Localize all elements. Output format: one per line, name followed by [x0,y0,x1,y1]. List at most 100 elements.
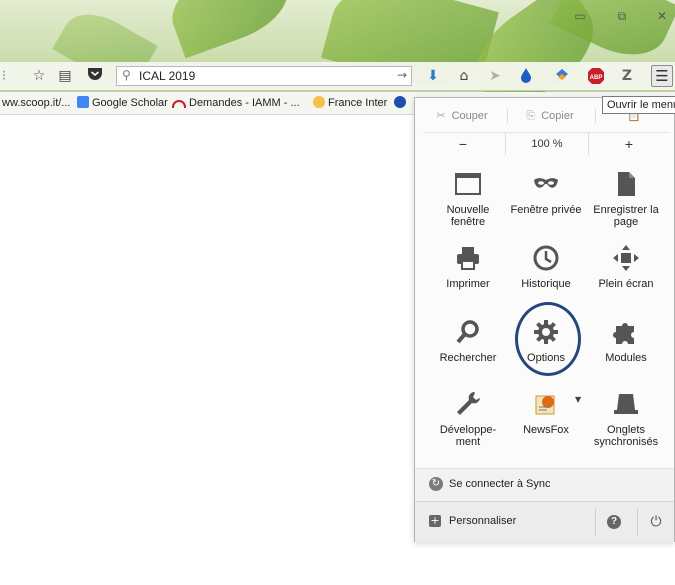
bookmark-france-inter[interactable]: France Inter [313,92,387,114]
item-label: Développe- [439,424,497,436]
sync-signin-row[interactable]: ↻ Se connecter à Sync [415,468,674,501]
customize-button[interactable]: + Personnaliser [415,502,593,542]
bookmark-icon [394,96,406,108]
help-button[interactable]: ? [605,513,623,531]
bookmarks-list-icon[interactable]: ▤ [56,67,74,85]
item-label: fenêtre [450,216,486,228]
copy-label: Copier [541,110,574,122]
synced-tabs-icon [614,394,638,414]
fullscreen-button[interactable]: Plein écran [585,244,667,290]
puzzle-icon [613,323,634,344]
search-input[interactable] [139,68,369,84]
developer-button[interactable]: Développe- ment [427,390,509,448]
bookmark-demandes-iamm[interactable]: Demandes - IAMM - ... [172,92,300,114]
item-label: synchronisés [593,436,659,448]
new-window-icon [455,173,481,195]
save-page-button[interactable]: Enregistrer la page [585,170,667,228]
zotero-icon[interactable]: Z [618,67,636,85]
sync-label: Se connecter à Sync [449,478,551,490]
print-button[interactable]: Imprimer [427,244,509,290]
extension-blue-icon[interactable] [553,67,571,85]
magnifier-icon [456,320,479,344]
menu-footer: + Personnaliser ? ⏻ [415,501,674,542]
scissors-icon: ✂ [436,109,446,122]
bookmark-label: Google Scholar [92,97,168,109]
google-scholar-icon [77,96,89,108]
send-icon[interactable]: ➤ [486,67,504,85]
item-label: NewsFox [523,424,569,436]
restore-icon[interactable]: ⧉ [611,8,633,24]
item-label: Nouvelle [446,204,490,216]
sync-icon: ↻ [429,477,443,491]
item-label: Modules [605,352,647,364]
item-label: page [613,216,639,228]
urlbar-edge[interactable]: ⁝ [0,67,8,85]
printer-icon [457,247,479,270]
item-label: Options [527,352,565,364]
dropdown-arrow-icon[interactable]: ▼ [575,394,581,406]
item-label: Rechercher [439,352,497,364]
divider [637,508,638,536]
cut-button[interactable]: ✂ Couper [423,105,501,127]
find-button[interactable]: Rechercher [427,318,509,364]
clock-icon [533,245,559,271]
adblock-plus-icon[interactable]: ABP [587,67,605,85]
item-label: Imprimer [446,278,490,290]
bookmark-label: France Inter [328,97,388,109]
france-inter-icon [313,96,325,108]
home-icon[interactable]: ⌂ [455,67,473,85]
navigation-toolbar: ⁝ ☆ ▤ ⚲ → ⬇ ⌂ ➤ ABP Z ☰ [0,62,675,91]
bookmark-label: Demandes - IAMM - ... [189,97,300,109]
item-label: Onglets [607,424,645,436]
help-icon: ? [607,515,621,529]
history-button[interactable]: Historique [505,244,587,290]
cut-label: Couper [451,110,488,122]
main-menu-panel: ✂ Couper ⎘ Copier 📋 − 100 % + Nouvelle fen… [414,97,675,542]
menu-tooltip: Ouvrir le menu [602,96,675,114]
minimize-icon[interactable]: ▭ [569,8,591,24]
wrench-icon [457,392,480,415]
item-label: Enregistrer la [593,204,659,216]
copy-icon: ⎘ [526,109,536,122]
downloads-icon[interactable]: ⬇ [424,67,442,85]
bookmark-star-icon[interactable]: ☆ [30,67,48,85]
bookmark-scoop[interactable]: ww.scoop.it/... [2,92,70,114]
newsfox-button[interactable]: NewsFox ▼ [505,390,587,436]
window-titlebar: ▭ ⧉ ✕ ⁝ ☆ ▤ ⚲ → ⬇ ⌂ ➤ ABP Z ☰ [0,0,675,92]
zoom-out-button[interactable]: − [423,133,503,155]
gear-icon [534,320,558,344]
background-leaf [161,0,299,59]
divider [595,508,596,536]
options-button[interactable]: Options [505,318,587,364]
bookmark-more[interactable] [394,92,409,114]
bookmark-google-scholar[interactable]: Google Scholar [77,92,168,114]
search-icon: ⚲ [122,68,131,82]
addons-button[interactable]: Modules [585,318,667,364]
divider [507,109,508,123]
fullscreen-icon [613,245,639,271]
zoom-in-button[interactable]: + [589,133,669,155]
customize-label: Personnaliser [449,515,517,527]
search-go-icon[interactable]: → [397,68,407,82]
plus-box-icon: + [429,514,441,527]
drop-icon[interactable] [517,67,535,85]
bookmark-label: ww.scoop.it/... [2,97,71,109]
svg-text:ABP: ABP [590,75,603,81]
divider [595,109,596,123]
private-window-button[interactable]: Fenêtre privée [505,170,587,216]
quit-icon[interactable]: ⏻ [647,513,665,531]
synced-tabs-button[interactable]: Onglets synchronisés [585,390,667,448]
new-window-button[interactable]: Nouvelle fenêtre [427,170,509,228]
arch-icon [172,100,186,108]
copy-button[interactable]: ⎘ Copier [511,105,589,127]
item-label: Plein écran [598,278,654,290]
item-label: Fenêtre privée [510,204,582,216]
zoom-reset-button[interactable]: 100 % [505,133,589,155]
newsfox-icon [535,395,555,415]
save-page-icon [618,172,635,196]
close-icon[interactable]: ✕ [651,8,673,24]
hamburger-menu-button[interactable]: ☰ [651,65,673,87]
item-label: ment [455,436,481,448]
pocket-icon[interactable] [86,67,104,85]
search-box[interactable]: ⚲ → [116,66,412,86]
